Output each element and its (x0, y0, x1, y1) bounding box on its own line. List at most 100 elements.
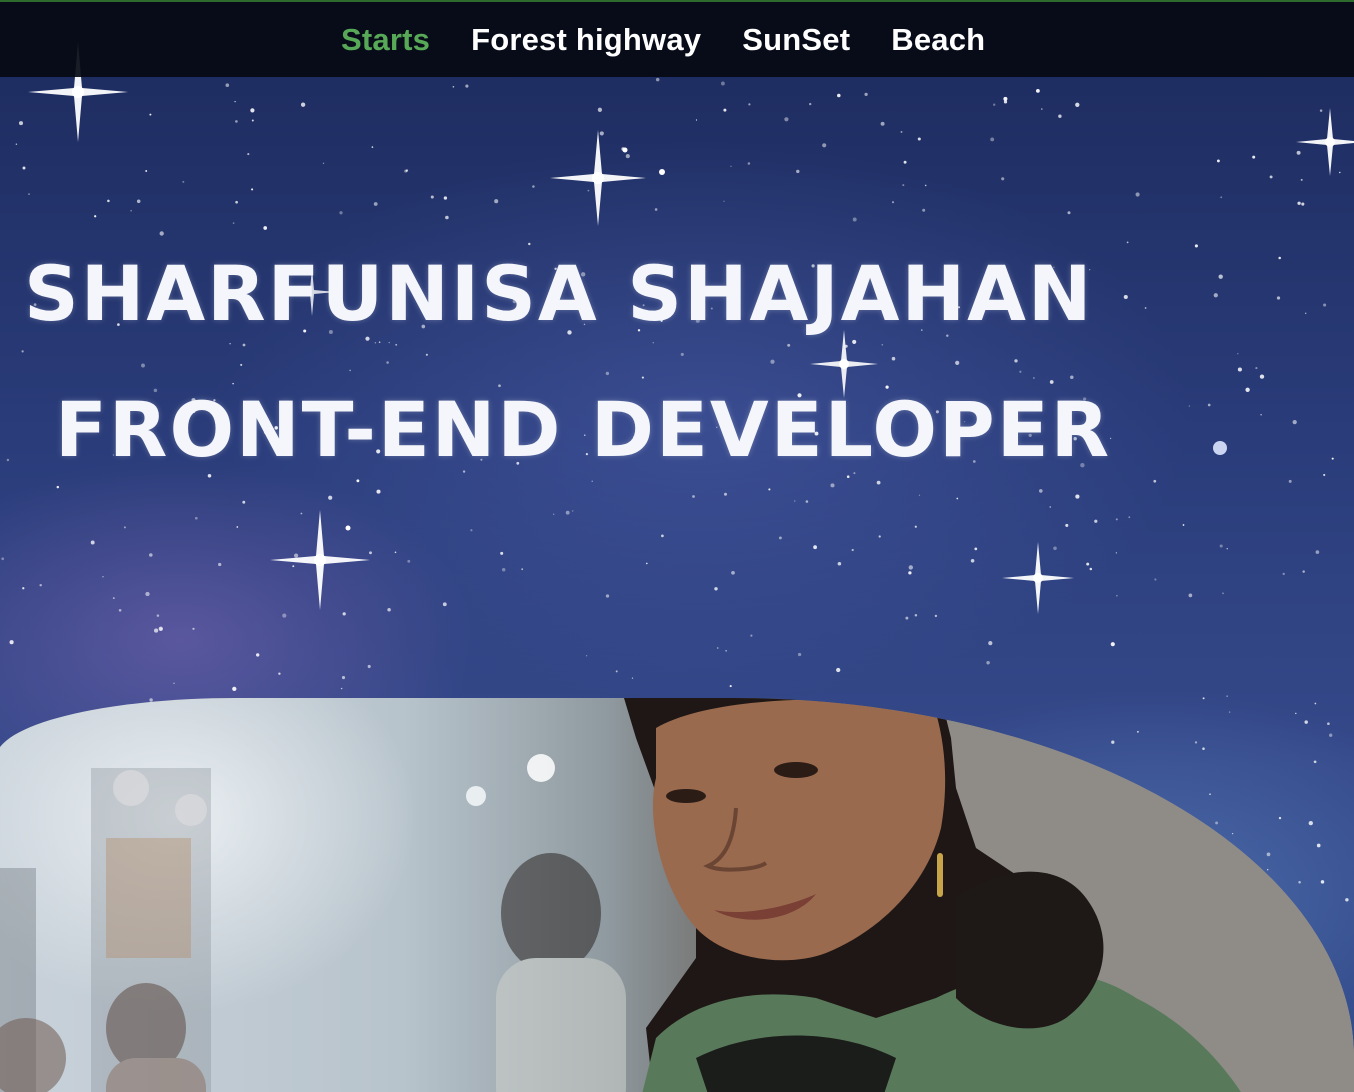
star-dot (156, 614, 160, 617)
star-dot (112, 597, 115, 600)
nav-link-forest-highway[interactable]: Forest highway (471, 22, 701, 57)
nav-link-sunset[interactable]: SunSet (742, 22, 850, 57)
star-dot (1300, 178, 1303, 181)
star-dot (339, 211, 343, 215)
star-dot (159, 231, 164, 236)
star-dot (1067, 211, 1071, 215)
star-dot (1297, 201, 1301, 205)
star-dot (356, 479, 360, 483)
star-dot (235, 120, 238, 123)
star-dot (145, 591, 150, 597)
star-dot (1237, 367, 1242, 372)
star-dot (917, 137, 921, 141)
star-dot (107, 199, 110, 203)
star-dot (1222, 592, 1224, 595)
star-dot (1065, 523, 1069, 527)
star-dot (729, 685, 732, 688)
star-dot (1339, 171, 1341, 174)
star-dot (369, 551, 372, 555)
star-dot (1213, 293, 1218, 298)
star-dot (585, 655, 588, 657)
star-dot (768, 488, 771, 491)
star-dot (1075, 102, 1080, 107)
star-dot (373, 202, 378, 206)
star-dot (1, 557, 5, 561)
star-dot (22, 166, 26, 170)
star-dot (407, 559, 411, 563)
star-dot (443, 196, 448, 200)
star-dot (371, 146, 374, 148)
star-dot (723, 108, 727, 112)
star-dot (723, 200, 725, 202)
star-dot (891, 201, 895, 204)
star-dot (1288, 479, 1292, 483)
nav-item-sunset: SunSet (742, 20, 850, 60)
star-dot (1216, 159, 1220, 163)
star-dot (160, 628, 162, 630)
star-dot (1086, 562, 1090, 566)
star-dot (1302, 570, 1305, 573)
star-dot (631, 677, 634, 679)
star-dot (1301, 202, 1305, 206)
star-dot (1040, 108, 1043, 110)
nav-link-starts[interactable]: Starts (341, 22, 430, 57)
star-dot (247, 153, 250, 156)
star-dot (218, 562, 222, 567)
star-dot (836, 667, 841, 673)
star-dot (1260, 414, 1262, 416)
star-dot (794, 500, 796, 502)
star-dot (1276, 296, 1281, 300)
star-dot (532, 185, 535, 188)
hero-title-block: SHARFUNISA SHAJAHAN FRONT-END DEVELOPER (0, 248, 1130, 476)
star-dot (880, 121, 885, 126)
star-dot (1323, 473, 1326, 477)
star-dot (1110, 642, 1115, 647)
star-dot (1049, 506, 1051, 508)
star-dot (878, 535, 881, 538)
hero-name-heading: SHARFUNISA SHAJAHAN (24, 249, 1094, 338)
star-dot (851, 548, 854, 552)
star-dot (716, 647, 719, 649)
star-dot (720, 81, 725, 86)
star-dot (452, 85, 455, 88)
nav-link-beach[interactable]: Beach (891, 22, 985, 57)
star-dot (565, 510, 570, 515)
star-dot (956, 497, 959, 500)
star-dot (903, 160, 907, 164)
profile-photo (0, 698, 1354, 1092)
star-dot (1153, 479, 1157, 483)
star-dot (597, 107, 603, 112)
star-dot (1237, 352, 1239, 355)
nav-list: Starts Forest highway SunSet Beach (341, 20, 985, 60)
star-dot (300, 512, 303, 515)
star-dot (1126, 241, 1129, 244)
star-dot (430, 195, 434, 199)
star-dot (1128, 516, 1131, 519)
star-dot (1282, 572, 1285, 576)
star-dot (902, 184, 905, 187)
star-dot (625, 154, 630, 159)
star-dot (970, 559, 975, 563)
star-dot (9, 640, 14, 645)
star-dot (571, 510, 574, 512)
star-dot (278, 672, 281, 675)
star-dot (747, 162, 751, 165)
star-dot (528, 242, 531, 246)
star-dot (918, 494, 921, 496)
star-dot (1135, 192, 1140, 197)
star-dot (1188, 593, 1193, 598)
star-dot (748, 103, 751, 106)
star-dot (292, 565, 295, 568)
star-dot (914, 525, 917, 528)
star-dot (750, 634, 753, 637)
star-dot (1116, 594, 1118, 597)
star-dot (1315, 550, 1320, 554)
star-dot (242, 500, 246, 504)
star-dot (830, 483, 835, 488)
star-dot (837, 561, 842, 566)
star-dot (1226, 548, 1228, 550)
star-dot (822, 143, 827, 148)
star-dot (924, 184, 927, 187)
star-dot (797, 652, 802, 657)
star-dot (714, 587, 718, 591)
